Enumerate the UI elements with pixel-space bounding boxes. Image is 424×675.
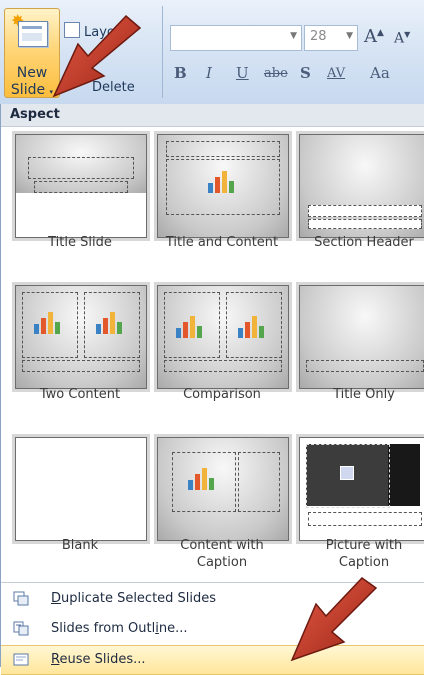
label-part: ne...: [158, 621, 188, 636]
chart-icon: [188, 468, 218, 490]
picture-edge: [388, 444, 420, 506]
bold-button[interactable]: B: [174, 64, 187, 88]
shrink-font-button[interactable]: A▼: [394, 30, 410, 54]
arrow-pointer-icon: [290, 577, 378, 662]
layout-caption: Comparison: [183, 387, 261, 402]
font-size-box[interactable]: 28 ▼: [304, 25, 358, 51]
subtitle-placeholder: [34, 181, 128, 193]
grow-font-button[interactable]: A▲: [364, 26, 384, 50]
menu-item-label: Duplicate Selected Slides: [51, 591, 216, 606]
underline-button[interactable]: U: [236, 64, 249, 88]
title-placeholder: [308, 205, 422, 217]
layout-picture-with-caption[interactable]: [299, 437, 424, 541]
ribbon-separator: [162, 6, 163, 98]
chart-icon: [96, 312, 126, 334]
layout-caption: Title Slide: [48, 235, 112, 250]
caption-placeholder: [238, 452, 280, 512]
layout-two-content[interactable]: [15, 285, 147, 389]
title-placeholder: [166, 141, 280, 157]
layout-caption: Title Only: [333, 387, 395, 402]
label-part: euse Slides...: [59, 652, 146, 667]
grow-font-label: A: [364, 26, 377, 47]
title-placeholder: [28, 157, 134, 179]
picture-icon: [340, 466, 354, 480]
layout-caption: Picture with Caption: [325, 538, 403, 570]
label-part: Slides from Outl: [51, 621, 156, 636]
change-case-button[interactable]: Aa: [370, 64, 390, 88]
text-placeholder: [308, 219, 422, 229]
section-title: Aspect: [10, 107, 60, 122]
gallery-section-header: Aspect: [1, 104, 424, 127]
layout-title-slide[interactable]: [15, 134, 147, 238]
title-placeholder: [22, 360, 140, 372]
font-name-box[interactable]: ▼: [170, 25, 302, 51]
layout-caption: Blank: [61, 538, 99, 553]
chevron-down-icon: ▼: [346, 31, 353, 41]
outline-icon: [13, 621, 29, 636]
font-size-value: 28: [310, 29, 327, 44]
arrow-pointer-icon: [52, 14, 142, 98]
chart-icon: [34, 312, 64, 334]
chart-icon: [176, 316, 206, 338]
layout-caption: Two Content: [39, 387, 121, 402]
layout-title-only[interactable]: [299, 285, 424, 389]
chevron-down-icon: ▼: [290, 31, 297, 41]
accelerator-key: D: [51, 591, 62, 606]
layout-blank[interactable]: [15, 437, 147, 541]
italic-button[interactable]: I: [206, 64, 212, 88]
title-placeholder: [164, 360, 282, 372]
strikethrough-button[interactable]: abe: [264, 66, 288, 90]
layout-section-header[interactable]: [299, 134, 424, 238]
layout-title-and-content[interactable]: [157, 134, 289, 238]
shrink-font-label: A: [394, 30, 405, 47]
layout-comparison[interactable]: [157, 285, 289, 389]
chart-icon: [208, 171, 238, 193]
menu-item-label: Slides from Outline...: [51, 621, 187, 636]
caption-placeholder: [308, 512, 422, 526]
character-spacing-button[interactable]: AV: [327, 66, 345, 90]
layout-caption: Title and Content: [165, 235, 279, 250]
label-part: uplicate Selected Slides: [61, 591, 217, 606]
menu-item-label: Reuse Slides...: [51, 652, 146, 667]
tile-background: [300, 286, 424, 388]
layout-caption: Section Header: [314, 235, 414, 250]
layout-caption: Content with Caption: [180, 538, 264, 570]
chart-icon: [238, 316, 268, 338]
layout-content-with-caption[interactable]: [157, 437, 289, 541]
title-placeholder: [306, 360, 424, 372]
text-shadow-button[interactable]: S: [300, 64, 311, 88]
duplicate-slides-icon: [13, 591, 29, 606]
reuse-slides-icon: [13, 653, 29, 666]
